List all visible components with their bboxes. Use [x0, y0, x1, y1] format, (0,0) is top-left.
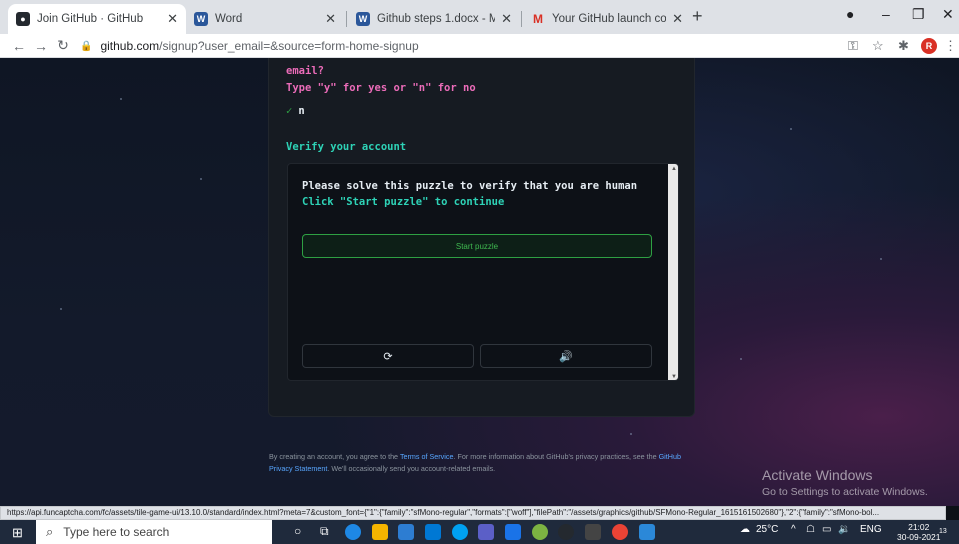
verify-heading: Verify your account: [286, 141, 407, 153]
photos-icon[interactable]: [639, 524, 655, 540]
captcha-scrollbar[interactable]: ▲ ▼: [668, 164, 678, 380]
chrome-icon[interactable]: [612, 524, 628, 540]
github-desktop-icon[interactable]: [558, 524, 574, 540]
tab-separator: [346, 11, 347, 27]
forward-icon[interactable]: →: [30, 38, 52, 54]
browser-tab-bar: ● Join GitHub · GitHub ✕ W Word ✕ W Gith…: [0, 0, 959, 34]
weather-icon[interactable]: ☁: [740, 524, 750, 535]
bookmark-star-icon[interactable]: ☆: [872, 38, 884, 54]
answer-value: n: [298, 105, 305, 117]
tab-gmail[interactable]: M Your GitHub launch code - jr ✕: [523, 4, 691, 34]
key-icon[interactable]: ⚿: [848, 38, 858, 54]
close-icon[interactable]: ✕: [666, 11, 683, 27]
app-icon[interactable]: [532, 524, 548, 540]
start-puzzle-button[interactable]: Start puzzle: [302, 234, 652, 258]
captcha-frame: Please solve this puzzle to verify that …: [287, 163, 679, 381]
url-path: /signup?user_email=&source=form-home-sig…: [159, 39, 419, 53]
notification-center-icon[interactable]: 13: [939, 524, 955, 540]
terminal-icon[interactable]: [585, 524, 601, 540]
app-icon[interactable]: [505, 524, 521, 540]
status-bar-url: https://api.funcaptcha.com/fc/assets/til…: [0, 506, 946, 520]
check-icon: ✓: [286, 105, 293, 117]
weather-temperature[interactable]: 25°C: [756, 524, 778, 535]
scroll-down-icon[interactable]: ▼: [671, 374, 677, 380]
window-close-icon[interactable]: ✕: [942, 6, 954, 23]
close-icon[interactable]: ✕: [319, 11, 336, 27]
windows-taskbar: ⊞ ⌕ Type here to search ○ ⧉ ☁ 25°C ^ ☖ ▭…: [0, 520, 959, 544]
reload-icon[interactable]: ↻: [52, 37, 74, 54]
taskbar-search[interactable]: ⌕ Type here to search: [36, 520, 272, 544]
store-icon[interactable]: [398, 524, 414, 540]
signup-card: email? Type "y" for yes or "n" for no ✓ n…: [268, 58, 695, 417]
tab-title: Your GitHub launch code - jr: [552, 13, 667, 25]
edge-icon[interactable]: [345, 524, 361, 540]
skype-icon[interactable]: [452, 524, 468, 540]
puzzle-subtitle: Click "Start puzzle" to continue: [302, 196, 505, 208]
tab-github-steps[interactable]: W Github steps 1.docx - Microsoft W ✕: [348, 4, 520, 34]
gmail-icon: M: [533, 12, 543, 26]
address-bar[interactable]: 🔒 github.com/signup?user_email=&source=f…: [80, 36, 840, 56]
minimize-icon[interactable]: –: [882, 6, 890, 22]
notification-count: 13: [939, 528, 947, 535]
tab-separator: [521, 11, 522, 27]
audio-puzzle-button[interactable]: 🔊: [480, 344, 652, 368]
network-icon[interactable]: ☖: [806, 524, 815, 535]
tab-join-github[interactable]: ● Join GitHub · GitHub ✕: [8, 4, 186, 34]
new-tab-button[interactable]: +: [692, 6, 703, 27]
clock[interactable]: 21:02 30-09-2021: [897, 522, 940, 542]
menu-icon[interactable]: ⋮: [944, 38, 957, 54]
extensions-icon[interactable]: ✱: [898, 38, 909, 54]
language-indicator[interactable]: ENG: [860, 524, 882, 535]
file-explorer-icon[interactable]: [372, 524, 388, 540]
word-icon: W: [194, 12, 208, 26]
display-icon[interactable]: ▭: [822, 524, 831, 535]
word-icon: W: [356, 12, 370, 26]
speaker-icon: 🔊: [559, 350, 573, 363]
teams-icon[interactable]: [478, 524, 494, 540]
page-content: email? Type "y" for yes or "n" for no ✓ n…: [0, 58, 959, 506]
github-icon: ●: [16, 12, 30, 26]
puzzle-title: Please solve this puzzle to verify that …: [302, 180, 638, 192]
terms-of-service-link[interactable]: Terms of Service: [400, 452, 454, 461]
task-view-icon[interactable]: ⧉: [320, 524, 329, 539]
browser-toolbar: ← → ↻ 🔒 github.com/signup?user_email=&so…: [0, 34, 959, 58]
terms-notice: By creating an account, you agree to the…: [269, 452, 681, 473]
windows-start-icon[interactable]: ⊞: [12, 525, 23, 541]
activate-windows-watermark: Activate Windows Go to Settings to activ…: [762, 467, 928, 498]
tab-title: Word: [215, 13, 243, 25]
mail-icon[interactable]: [425, 524, 441, 540]
tab-title: Github steps 1.docx - Microsoft W: [377, 13, 496, 25]
tab-search-icon[interactable]: ●: [846, 6, 854, 22]
close-icon[interactable]: ✕: [495, 11, 512, 27]
chevron-up-icon[interactable]: ^: [791, 524, 796, 535]
maximize-icon[interactable]: ❐: [912, 6, 925, 23]
back-icon[interactable]: ←: [8, 38, 30, 54]
question-text: email?: [286, 65, 324, 77]
refresh-icon: ⟳: [383, 350, 393, 363]
cortana-icon[interactable]: ○: [294, 524, 301, 538]
answer-row: ✓ n: [286, 105, 305, 117]
tab-word[interactable]: W Word ✕: [186, 4, 344, 34]
close-icon[interactable]: ✕: [161, 11, 178, 27]
search-placeholder: Type here to search: [63, 525, 170, 539]
lock-icon: 🔒: [80, 40, 93, 52]
refresh-puzzle-button[interactable]: ⟳: [302, 344, 474, 368]
question-instruction: Type "y" for yes or "n" for no: [286, 82, 476, 94]
tab-title: Join GitHub · GitHub: [37, 13, 144, 25]
search-icon: ⌕: [46, 524, 54, 539]
scroll-up-icon[interactable]: ▲: [671, 166, 677, 172]
profile-avatar[interactable]: R: [921, 38, 937, 54]
url-host: github.com: [100, 39, 160, 53]
volume-icon[interactable]: 🔉: [838, 524, 850, 535]
